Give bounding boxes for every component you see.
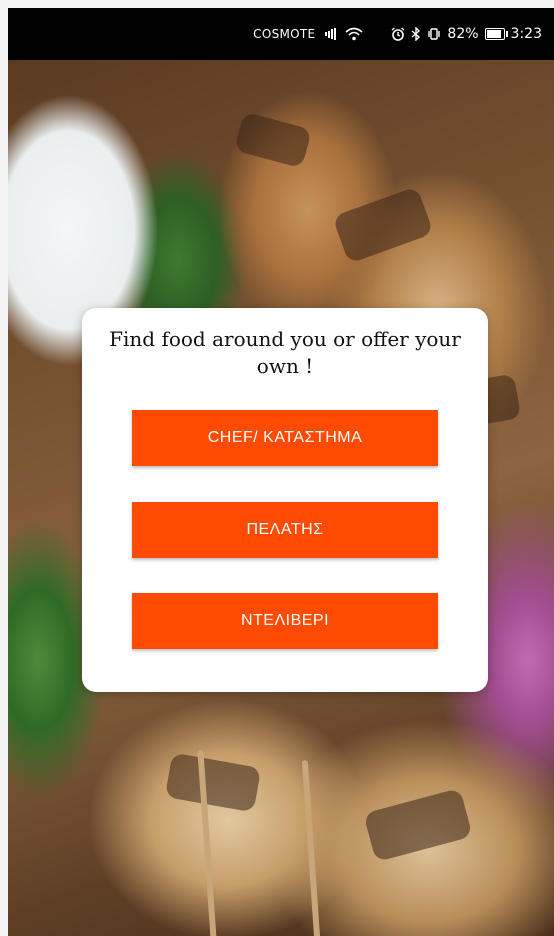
clock-time: 3:23 bbox=[510, 26, 542, 42]
status-bar: COSMOTE 82% 3:23 bbox=[8, 8, 554, 60]
customer-button[interactable]: ΠΕΛΑΤΗΣ bbox=[132, 502, 438, 558]
delivery-button[interactable]: ΝΤΕΛΙΒΕΡΙ bbox=[132, 593, 438, 649]
vibrate-icon bbox=[427, 27, 441, 41]
bluetooth-icon bbox=[411, 27, 421, 41]
signal-icon bbox=[325, 28, 337, 40]
role-selection-card: Find food around you or offer your own !… bbox=[82, 308, 488, 692]
alarm-icon bbox=[391, 27, 405, 41]
carrier-name: COSMOTE bbox=[253, 27, 316, 41]
battery-percent: 82% bbox=[447, 26, 479, 42]
app-screen: COSMOTE 82% 3:23 Find food around you or… bbox=[8, 8, 554, 936]
battery-icon bbox=[484, 28, 508, 40]
wifi-icon bbox=[345, 27, 363, 41]
chef-store-button[interactable]: CHEF/ ΚΑΤΑΣΤΗΜΑ bbox=[132, 410, 438, 466]
tagline-text: Find food around you or offer your own ! bbox=[109, 327, 461, 378]
